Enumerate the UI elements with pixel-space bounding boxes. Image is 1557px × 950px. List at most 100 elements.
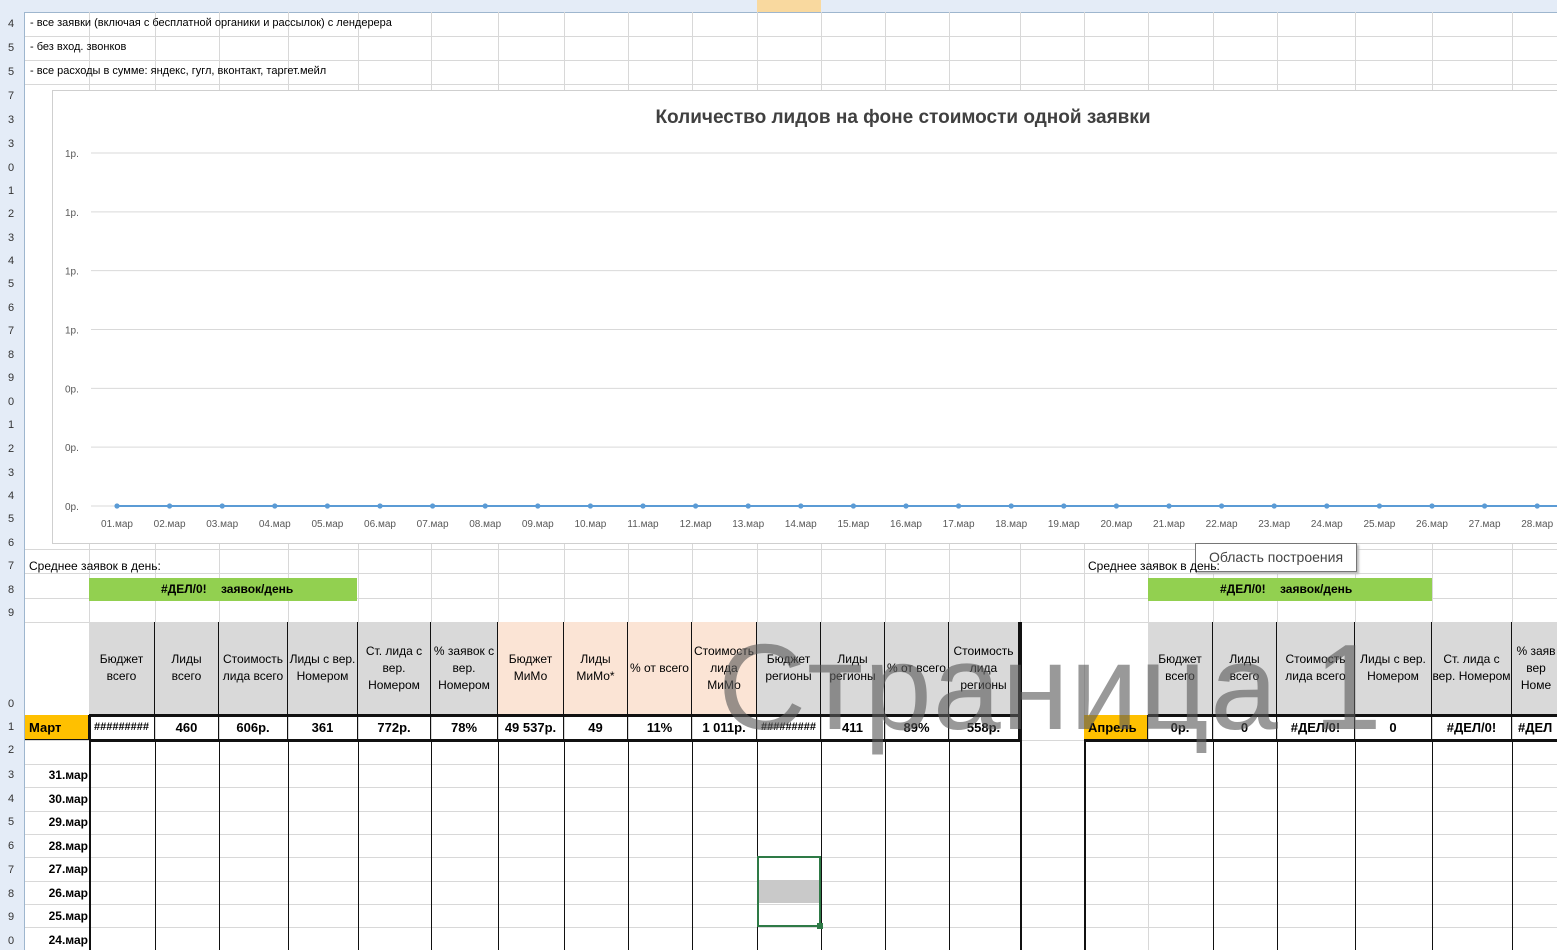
march-value-budget-mimo[interactable]: 49 537р. bbox=[498, 715, 564, 740]
row-number[interactable]: 8 bbox=[0, 349, 22, 361]
date-row[interactable]: 25.мар bbox=[30, 909, 88, 923]
row-number[interactable]: 7 bbox=[0, 560, 22, 572]
series-point[interactable] bbox=[1482, 503, 1488, 509]
row-number[interactable]: 3 bbox=[0, 769, 22, 781]
row-number[interactable]: 4 bbox=[0, 490, 22, 502]
march-header-leads-total[interactable]: Лиды всего bbox=[155, 622, 219, 715]
march-header-pct-verified[interactable]: % заявок с вер. Номером bbox=[431, 622, 498, 715]
march-header-budget-mimo[interactable]: Бюджет МиМо bbox=[498, 622, 564, 715]
row-number[interactable]: 1 bbox=[0, 721, 22, 733]
march-value-leads-total[interactable]: 460 bbox=[155, 715, 219, 740]
series-point[interactable] bbox=[693, 503, 699, 509]
row-number[interactable]: 3 bbox=[0, 467, 22, 479]
march-value-budget-total[interactable]: ######### bbox=[89, 715, 155, 740]
row-number[interactable]: 9 bbox=[0, 911, 22, 923]
row-number[interactable]: 9 bbox=[0, 607, 22, 619]
series-point[interactable] bbox=[1113, 503, 1119, 509]
date-row[interactable]: 30.мар bbox=[30, 792, 88, 806]
march-header-lead-cost-total[interactable]: Стоимость лида всего bbox=[219, 622, 288, 715]
march-header-budget-total[interactable]: Бюджет всего bbox=[89, 622, 155, 715]
date-row[interactable]: 24.мар bbox=[30, 933, 88, 947]
row-number[interactable]: 1 bbox=[0, 185, 22, 197]
series-point[interactable] bbox=[272, 503, 278, 509]
row-number[interactable]: 1 bbox=[0, 419, 22, 431]
row-number[interactable]: 4 bbox=[0, 18, 22, 30]
march-value-lead-cost-verified[interactable]: 772р. bbox=[358, 715, 431, 740]
march-header-pct-mimo[interactable]: % от всего bbox=[628, 622, 692, 715]
march-value-lead-cost-total[interactable]: 606р. bbox=[219, 715, 288, 740]
row-number[interactable]: 4 bbox=[0, 793, 22, 805]
row-number[interactable]: 5 bbox=[0, 278, 22, 290]
row-number[interactable]: 8 bbox=[0, 888, 22, 900]
row-number[interactable]: 2 bbox=[0, 208, 22, 220]
row-number[interactable]: 5 bbox=[0, 513, 22, 525]
series-point[interactable] bbox=[219, 503, 225, 509]
series-point[interactable] bbox=[167, 503, 173, 509]
row-number[interactable]: 6 bbox=[0, 302, 22, 314]
march-value-pct-verified[interactable]: 78% bbox=[431, 715, 498, 740]
series-point[interactable] bbox=[587, 503, 594, 509]
series-point[interactable] bbox=[377, 503, 383, 509]
row-number[interactable]: 7 bbox=[0, 90, 22, 102]
series-point[interactable] bbox=[1271, 503, 1277, 509]
series-point[interactable] bbox=[956, 503, 962, 509]
series-point[interactable] bbox=[535, 503, 541, 509]
row-number[interactable]: 4 bbox=[0, 255, 22, 267]
row-number[interactable]: 5 bbox=[0, 66, 22, 78]
series-point[interactable] bbox=[903, 503, 909, 509]
row-number[interactable]: 2 bbox=[0, 443, 22, 455]
april-value-pct-verified[interactable]: #ДЕЛ bbox=[1512, 715, 1557, 740]
row-number[interactable]: 3 bbox=[0, 138, 22, 150]
march-month-cell[interactable]: Март bbox=[25, 715, 89, 740]
series-point[interactable] bbox=[482, 503, 488, 509]
fill-handle[interactable] bbox=[817, 923, 823, 929]
series-point[interactable] bbox=[1534, 503, 1540, 509]
march-header-leads-verified[interactable]: Лиды с вер. Номером bbox=[288, 622, 358, 715]
row-number[interactable]: 8 bbox=[0, 584, 22, 596]
april-value-lead-cost-verified[interactable]: #ДЕЛ/0! bbox=[1432, 715, 1512, 740]
series-point[interactable] bbox=[1008, 503, 1014, 509]
series-point[interactable] bbox=[1376, 503, 1382, 509]
row-number[interactable]: 6 bbox=[0, 840, 22, 852]
march-value-pct-mimo[interactable]: 11% bbox=[628, 715, 692, 740]
row-number[interactable]: 3 bbox=[0, 114, 22, 126]
march-header-leads-mimo[interactable]: Лиды МиМо* bbox=[564, 622, 628, 715]
april-header-pct-verified[interactable]: % заяв вер Номе bbox=[1512, 622, 1557, 715]
series-point[interactable] bbox=[1166, 503, 1172, 509]
date-row[interactable]: 26.мар bbox=[30, 886, 88, 900]
date-row[interactable]: 31.мар bbox=[30, 768, 88, 782]
series-point[interactable] bbox=[850, 503, 857, 509]
series-point[interactable] bbox=[430, 503, 436, 509]
row-number[interactable]: 7 bbox=[0, 864, 22, 876]
series-point[interactable] bbox=[745, 503, 751, 509]
series-point[interactable] bbox=[114, 503, 120, 509]
chart-plot[interactable]: 1р. 1р. 1р. 1р. 0р. 0р. 0р. 01.мар 02.мар 03.мар 0… bbox=[53, 91, 1557, 543]
chart-area[interactable]: Количество лидов на фоне стоимости одной… bbox=[52, 90, 1557, 572]
row-number[interactable]: 6 bbox=[0, 537, 22, 549]
series-point[interactable] bbox=[798, 503, 804, 509]
series-point[interactable] bbox=[1061, 503, 1067, 509]
march-value-leads-mimo[interactable]: 49 bbox=[564, 715, 628, 740]
march-header-lead-cost-verified[interactable]: Ст. лида с вер. Номером bbox=[358, 622, 431, 715]
series-point[interactable] bbox=[1324, 503, 1330, 509]
series-point[interactable] bbox=[1219, 503, 1225, 509]
row-number[interactable]: 0 bbox=[0, 396, 22, 408]
row-number[interactable]: 5 bbox=[0, 816, 22, 828]
series-point[interactable] bbox=[324, 503, 330, 509]
selected-range[interactable] bbox=[757, 856, 821, 927]
date-row[interactable]: 28.мар bbox=[30, 839, 88, 853]
row-number[interactable]: 2 bbox=[0, 744, 22, 756]
row-number[interactable]: 0 bbox=[0, 162, 22, 174]
row-number[interactable]: 7 bbox=[0, 325, 22, 337]
series-point[interactable] bbox=[1429, 503, 1435, 509]
row-number[interactable]: 9 bbox=[0, 372, 22, 384]
row-number[interactable]: 0 bbox=[0, 935, 22, 947]
date-row[interactable]: 27.мар bbox=[30, 862, 88, 876]
row-number[interactable]: 5 bbox=[0, 42, 22, 54]
row-number[interactable]: 3 bbox=[0, 232, 22, 244]
april-header-lead-cost-verified[interactable]: Ст. лида с вер. Номером bbox=[1432, 622, 1512, 715]
row-number[interactable]: 0 bbox=[0, 698, 22, 710]
series-point[interactable] bbox=[640, 503, 646, 509]
march-value-leads-verified[interactable]: 361 bbox=[288, 715, 358, 740]
date-row[interactable]: 29.мар bbox=[30, 815, 88, 829]
